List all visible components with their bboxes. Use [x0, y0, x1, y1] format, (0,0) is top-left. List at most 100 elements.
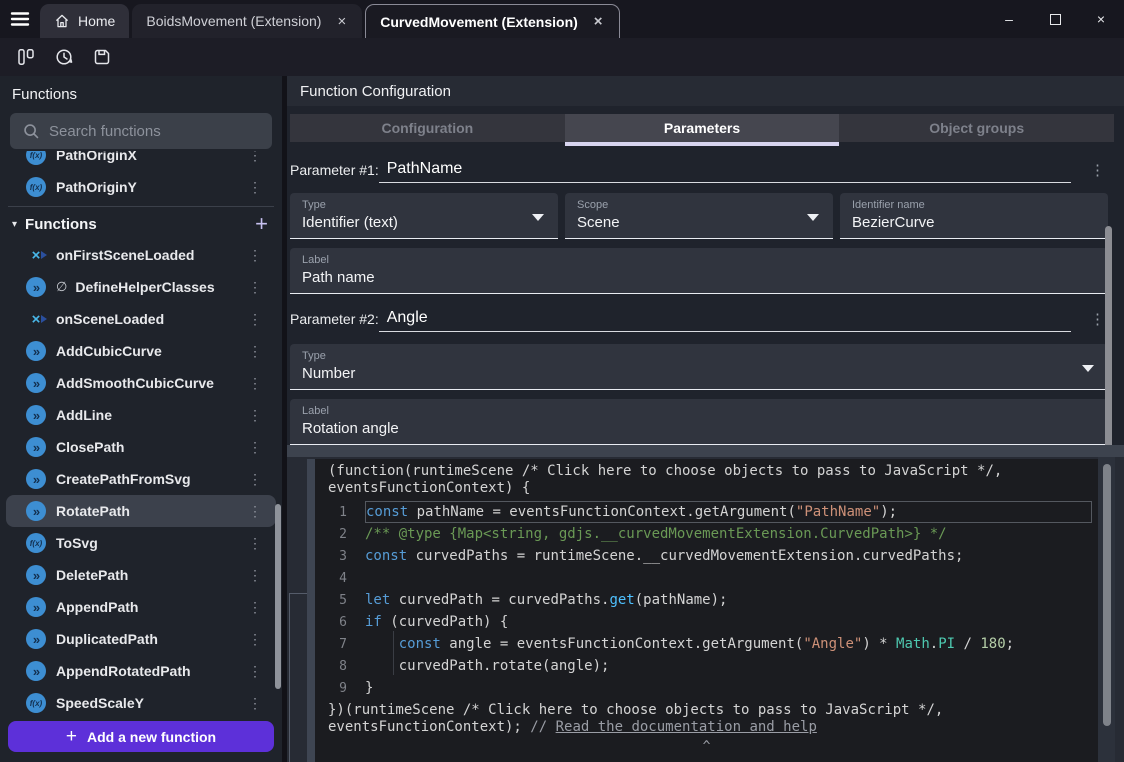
minimize-button[interactable]: – [986, 4, 1032, 34]
function-list-item-PathOriginY[interactable]: f(x)PathOriginY⋮ [6, 171, 276, 203]
event-drag-handle[interactable] [307, 459, 315, 762]
search-functions-input[interactable] [49, 123, 260, 140]
parameter-menu-button[interactable]: ⋮ [1087, 161, 1108, 183]
function-menu-button[interactable]: ⋮ [244, 179, 266, 196]
function-menu-button[interactable]: ⋮ [244, 343, 266, 360]
events-scrollbar-track[interactable] [1098, 457, 1115, 762]
function-list-item-onFirstSceneLoaded[interactable]: ×onFirstSceneLoaded⋮ [6, 239, 276, 271]
code-line-6[interactable]: 6if (curvedPath) { [315, 611, 1098, 633]
close-window-button[interactable]: × [1078, 4, 1124, 34]
code-header[interactable]: (function(runtimeScene /* Click here to … [315, 463, 1098, 497]
function-list-item-DefineHelperClasses[interactable]: »∅DefineHelperClasses⋮ [6, 271, 276, 303]
code-line-7[interactable]: 7 const angle = eventsFunctionContext.ge… [315, 633, 1098, 655]
function-menu-button[interactable]: ⋮ [244, 151, 266, 164]
function-list-item-DuplicatedPath[interactable]: »DuplicatedPath⋮ [6, 623, 276, 655]
project-manager-button[interactable] [12, 43, 40, 71]
dropdown-caret-icon [532, 214, 544, 221]
code-footer[interactable]: })(runtimeScene /* Click here to choose … [315, 702, 1098, 736]
function-menu-button[interactable]: ⋮ [244, 503, 266, 520]
function-configuration-header: Function Configuration [287, 76, 1124, 106]
function-menu-button[interactable]: ⋮ [244, 279, 266, 296]
collapse-icon[interactable]: ▾ [12, 219, 17, 230]
function-list-item-AppendPath[interactable]: »AppendPath⋮ [6, 591, 276, 623]
function-menu-button[interactable]: ⋮ [244, 599, 266, 616]
parameter-name-input[interactable]: Angle [379, 309, 1071, 332]
function-menu-button[interactable]: ⋮ [244, 247, 266, 264]
sidebar-scrollbar[interactable] [275, 504, 281, 689]
parameter-name-input[interactable]: PathName [379, 160, 1071, 183]
function-menu-button[interactable]: ⋮ [244, 535, 266, 552]
line-number: 5 [315, 593, 365, 608]
collapse-code-caret[interactable]: ^ [315, 739, 1098, 754]
code-line-2[interactable]: 2/** @type {Map<string, gdjs.__curvedMov… [315, 523, 1098, 545]
function-menu-button[interactable]: ⋮ [244, 695, 266, 712]
code-line-5[interactable]: 5let curvedPath = curvedPaths.get(pathNa… [315, 589, 1098, 611]
hamburger-menu-button[interactable] [0, 0, 40, 38]
function-name: ToSvg [56, 535, 98, 551]
function-list-item-RotatePath[interactable]: »RotatePath⋮ [6, 495, 276, 527]
titlebar: Home BoidsMovement (Extension) × CurvedM… [0, 0, 1124, 38]
tab-object-groups[interactable]: Object groups [839, 114, 1114, 142]
function-menu-button[interactable]: ⋮ [244, 375, 266, 392]
function-menu-button[interactable]: ⋮ [244, 631, 266, 648]
documentation-link[interactable]: Read the documentation and help [556, 719, 817, 735]
function-list-item-AppendRotatedPath[interactable]: »AppendRotatedPath⋮ [6, 655, 276, 687]
save-button[interactable] [88, 43, 116, 71]
function-menu-button[interactable]: ⋮ [244, 567, 266, 584]
section-label: Functions [25, 216, 97, 233]
function-list-item-CreatePathFromSvg[interactable]: »CreatePathFromSvg⋮ [6, 463, 276, 495]
tab-configuration[interactable]: Configuration [290, 114, 565, 142]
code-line-9[interactable]: 9} [315, 677, 1098, 699]
maximize-button[interactable] [1032, 4, 1078, 34]
function-list-item-PathOriginX[interactable]: f(x)PathOriginX⋮ [6, 151, 276, 171]
function-menu-button[interactable]: ⋮ [244, 311, 266, 328]
tab-curvedmovement[interactable]: CurvedMovement (Extension) × [365, 4, 619, 38]
function-list-item-SpeedScaleY[interactable]: f(x)SpeedScaleY⋮ [6, 687, 276, 719]
function-menu-button[interactable]: ⋮ [244, 663, 266, 680]
function-menu-button[interactable]: ⋮ [244, 439, 266, 456]
add-new-function-button[interactable]: + Add a new function [8, 721, 274, 752]
identifier-name-field[interactable]: Identifier name BezierCurve [840, 193, 1108, 239]
function-list-item-AddLine[interactable]: »AddLine⋮ [6, 399, 276, 431]
close-tab-icon[interactable]: × [335, 13, 348, 30]
function-name: AddSmoothCubicCurve [56, 375, 214, 391]
tab-parameters[interactable]: Parameters [565, 114, 840, 142]
tab-boidsmovement[interactable]: BoidsMovement (Extension) × [132, 4, 362, 38]
code-line-1[interactable]: 1const pathName = eventsFunctionContext.… [315, 501, 1098, 523]
dropdown-caret-icon [1082, 365, 1094, 372]
function-list-item-AddSmoothCubicCurve[interactable]: »AddSmoothCubicCurve⋮ [6, 367, 276, 399]
search-icon [22, 122, 40, 140]
function-menu-button[interactable]: ⋮ [244, 407, 266, 424]
function-list-item-onSceneLoaded[interactable]: ×onSceneLoaded⋮ [6, 303, 276, 335]
events-scrollbar-thumb[interactable] [1103, 464, 1111, 726]
function-list-item-ToSvg[interactable]: f(x)ToSvg⋮ [6, 527, 276, 559]
lifecycle-arrow [41, 251, 47, 259]
panels-icon [16, 47, 36, 67]
function-list-item-ClosePath[interactable]: »ClosePath⋮ [6, 431, 276, 463]
close-tab-icon[interactable]: × [592, 13, 605, 30]
lifecycle-arrow [41, 315, 47, 323]
javascript-code-event[interactable]: (function(runtimeScene /* Click here to … [307, 459, 1098, 762]
version-history-button[interactable] [50, 43, 78, 71]
line-number: 9 [315, 681, 365, 696]
type-dropdown[interactable]: Type Identifier (text) [290, 193, 558, 239]
panel-splitter[interactable] [287, 445, 1124, 457]
action-function-icon: » [26, 501, 46, 521]
code-line-8[interactable]: 8 curvedPath.rotate(angle); [315, 655, 1098, 677]
function-list-item-AddCubicCurve[interactable]: »AddCubicCurve⋮ [6, 335, 276, 367]
functions-section-header[interactable]: ▾ Functions + [0, 209, 282, 239]
search-functions-box[interactable] [10, 113, 272, 149]
function-menu-button[interactable]: ⋮ [244, 471, 266, 488]
code-editor[interactable]: 1const pathName = eventsFunctionContext.… [315, 501, 1098, 699]
code-line-4[interactable]: 4 [315, 567, 1098, 589]
function-list-item-DeletePath[interactable]: »DeletePath⋮ [6, 559, 276, 591]
parameters-scrollbar[interactable] [1105, 226, 1112, 445]
add-function-icon[interactable]: + [255, 213, 268, 235]
code-line-3[interactable]: 3const curvedPaths = runtimeScene.__curv… [315, 545, 1098, 567]
label-field[interactable]: Label Path name [290, 248, 1108, 294]
label-field[interactable]: Label Rotation angle [290, 399, 1108, 445]
type-dropdown[interactable]: Type Number [290, 344, 1108, 390]
lifecycle-function-icon: × [26, 245, 46, 265]
scope-dropdown[interactable]: Scope Scene [565, 193, 833, 239]
tab-home[interactable]: Home [40, 4, 129, 38]
